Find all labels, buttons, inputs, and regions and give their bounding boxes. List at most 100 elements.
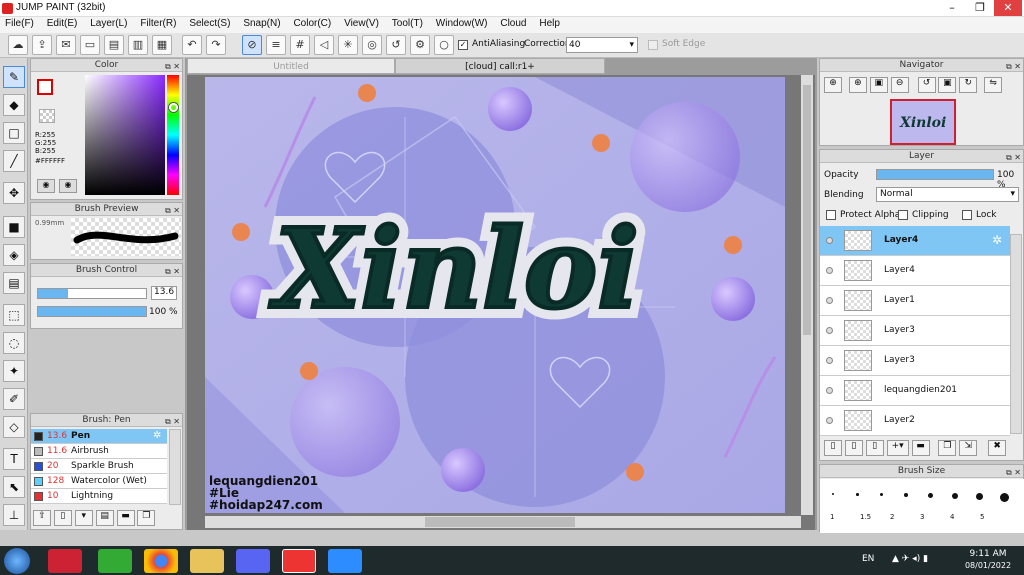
brush-property-icon[interactable]: ▤	[95, 510, 114, 526]
correction-select[interactable]: 40 ▾	[566, 37, 638, 53]
horizontal-scrollbar[interactable]	[205, 516, 801, 528]
brush-size-label[interactable]: 3	[920, 513, 924, 521]
brush-size-slider[interactable]	[37, 288, 147, 299]
layer-row[interactable]: Layer2	[820, 406, 1010, 436]
menu-tool[interactable]: Tool(T)	[387, 17, 428, 30]
vertical-scroll-thumb[interactable]	[803, 85, 811, 335]
add-brush-icon[interactable]: ▾	[74, 510, 93, 526]
duplicate-layer-icon[interactable]: ❐	[938, 440, 957, 456]
layer-row[interactable]: Layer1	[820, 286, 1010, 316]
magic-wand-tool-icon[interactable]: ✦	[3, 360, 25, 382]
menu-edit[interactable]: Edit(E)	[42, 17, 83, 30]
brush-size-dot[interactable]	[880, 493, 883, 496]
file-icon[interactable]: ▤	[104, 35, 124, 55]
transparent-swatch[interactable]	[39, 109, 55, 123]
trash-icon[interactable]: ✖	[988, 440, 1007, 456]
layer-row[interactable]: Layer3	[820, 316, 1010, 346]
snap-circle2-icon[interactable]: ○	[434, 35, 454, 55]
rotate-right-icon[interactable]: ↻	[959, 77, 978, 93]
rotate-left-icon[interactable]: ↺	[917, 77, 936, 93]
redo-icon[interactable]: ↷	[206, 35, 226, 55]
snap-perspective-icon[interactable]: ◁	[314, 35, 334, 55]
brush-size-label[interactable]: 4	[950, 513, 954, 521]
layer-folder-icon[interactable]: ▬	[911, 440, 930, 456]
hue-handle[interactable]	[169, 103, 178, 112]
brush-list-item[interactable]: 10 Lightning	[31, 489, 167, 504]
layer-visibility-icon[interactable]	[826, 267, 833, 274]
brush-list-item[interactable]: 128 Watercolor (Wet)	[31, 474, 167, 489]
brush-size-dot[interactable]	[904, 493, 908, 497]
language-indicator[interactable]: EN	[862, 554, 874, 564]
add-layer-menu-icon[interactable]: +▾	[886, 440, 909, 456]
hue-slider[interactable]	[167, 75, 179, 195]
gradient-tool-icon[interactable]: ▤	[3, 272, 25, 294]
navigator-thumbnail[interactable]: Xinloi	[890, 99, 956, 145]
brush-list-item[interactable]: 13.6 Pen ✲	[31, 429, 167, 444]
layer-visibility-icon[interactable]	[826, 387, 833, 394]
line-tool-icon[interactable]: ╱	[3, 150, 25, 172]
zoom-app-icon[interactable]	[328, 549, 362, 573]
operation-tool-icon[interactable]: ⬉	[3, 476, 25, 498]
comment-icon[interactable]: ✉	[56, 35, 76, 55]
merge-layer-icon[interactable]: ⇲	[959, 440, 978, 456]
clock-date[interactable]: 08/01/2022	[960, 561, 1016, 570]
antialiasing-checkbox[interactable]: ✓	[458, 40, 468, 50]
lock-checkbox[interactable]	[962, 210, 972, 220]
protect-alpha-checkbox[interactable]	[826, 210, 836, 220]
brush-size-dot[interactable]	[832, 493, 834, 495]
vertical-scrollbar[interactable]	[801, 75, 813, 515]
menu-select[interactable]: Select(S)	[184, 17, 235, 30]
cloud-icon[interactable]: ☁	[8, 35, 28, 55]
select-rect-tool-icon[interactable]: ⬚	[3, 304, 25, 326]
layer-visibility-icon[interactable]	[826, 297, 833, 304]
brush-opacity-slider[interactable]	[37, 306, 147, 317]
select-eraser-tool-icon[interactable]: ◇	[3, 416, 25, 438]
horizontal-scroll-thumb[interactable]	[425, 517, 575, 527]
zoom-in-icon[interactable]: ⊕	[824, 77, 842, 93]
jump-paint-taskbar-icon[interactable]	[282, 549, 316, 573]
brush-size-dot[interactable]	[1000, 493, 1009, 502]
lasso-tool-icon[interactable]: ◌	[3, 332, 25, 354]
export-icon[interactable]: ⇪	[32, 35, 52, 55]
clock-time[interactable]: 9:11 AM	[960, 549, 1016, 559]
palette-icon[interactable]: ◉	[37, 179, 55, 193]
menu-filter[interactable]: Filter(R)	[135, 17, 181, 30]
clipping-checkbox[interactable]	[898, 210, 908, 220]
layer-visibility-icon[interactable]	[826, 357, 833, 364]
brush-list-scrollbar[interactable]	[169, 429, 181, 505]
new-layer-1bit-icon[interactable]: ▯	[865, 440, 884, 456]
brush-size-label[interactable]: 1.5	[860, 513, 871, 521]
menu-help[interactable]: Help	[534, 17, 565, 30]
layer-list-scrollbar[interactable]	[1010, 234, 1022, 434]
brush-size-label[interactable]: 1	[830, 513, 834, 521]
start-button[interactable]	[4, 548, 30, 574]
primary-color-swatch[interactable]	[37, 79, 53, 95]
palette2-icon[interactable]: ◉	[59, 179, 77, 193]
brush-list-item[interactable]: 11.6 Airbrush	[31, 444, 167, 459]
fit-icon[interactable]: ▣	[869, 77, 888, 93]
page-icon[interactable]: ▥	[128, 35, 148, 55]
saturation-value-picker[interactable]	[85, 75, 165, 195]
app-icon[interactable]	[98, 549, 132, 573]
layer-opacity-slider[interactable]	[876, 169, 994, 180]
new-layer-icon[interactable]: ▯	[824, 440, 842, 456]
file-explorer-icon[interactable]	[190, 549, 224, 573]
brush-size-value[interactable]: 13.6	[151, 286, 177, 300]
cloud-upload-icon[interactable]: ⇧	[33, 510, 51, 526]
duplicate-icon[interactable]: ❐	[137, 510, 156, 526]
fill-rect-tool-icon[interactable]: ■	[3, 216, 25, 238]
zoom-out-icon[interactable]: ⊖	[890, 77, 909, 93]
tray-icons[interactable]: ▲ ✈ ◂) ▮	[892, 554, 928, 564]
eraser-tool-icon[interactable]: ◆	[3, 94, 25, 116]
artwork[interactable]: Xinloi Xinloi lequangdien201 #Lie #hoida…	[205, 77, 785, 513]
snap-off-icon[interactable]: ⊘	[242, 35, 262, 55]
select-pen-tool-icon[interactable]: ✐	[3, 388, 25, 410]
pen-tool-icon[interactable]: ✎	[3, 66, 25, 88]
menu-cloud[interactable]: Cloud	[495, 17, 531, 30]
brush-size-label[interactable]: 2	[890, 513, 894, 521]
flip-icon[interactable]: ⇋	[984, 77, 1003, 93]
brush-size-dot[interactable]	[976, 493, 983, 500]
menu-snap[interactable]: Snap(N)	[238, 17, 285, 30]
close-button[interactable]: ✕	[994, 0, 1022, 16]
eyedropper-tool-icon[interactable]: ⊥	[3, 504, 25, 526]
